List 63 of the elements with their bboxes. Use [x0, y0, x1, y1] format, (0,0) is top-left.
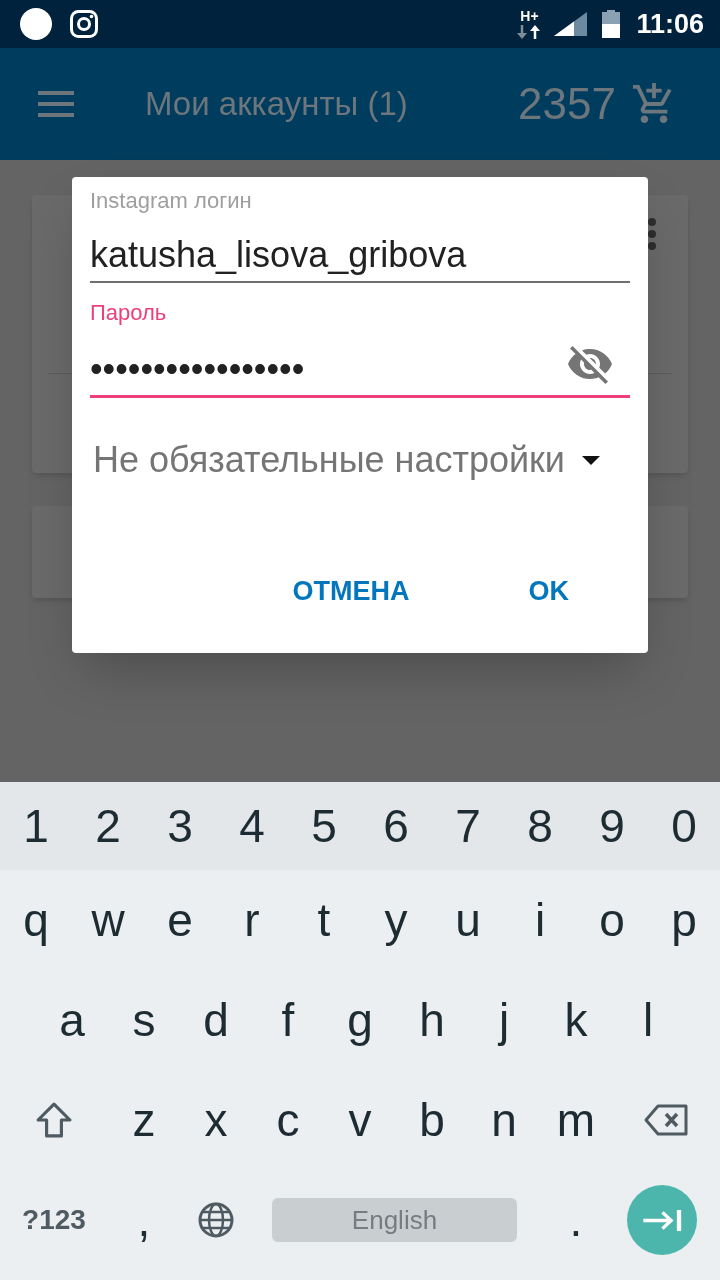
backspace-icon	[644, 1104, 688, 1136]
keyboard-key[interactable]: e	[144, 870, 216, 970]
field-label: Пароль	[90, 300, 168, 326]
signal-icon	[554, 12, 588, 36]
keyboard-key[interactable]: x	[180, 1070, 252, 1170]
keyboard-key[interactable]: g	[324, 970, 396, 1070]
keyboard-key[interactable]: t	[288, 870, 360, 970]
keyboard-key[interactable]: 4	[216, 782, 288, 870]
keyboard-key[interactable]: k	[540, 970, 612, 1070]
keyboard-key[interactable]: ,	[108, 1170, 180, 1270]
keyboard-key[interactable]: d	[180, 970, 252, 1070]
balance-count: 2357	[518, 79, 616, 129]
keyboard-key[interactable]: .	[540, 1170, 612, 1270]
caret-icon	[581, 455, 600, 465]
password-field[interactable]: •••••••••••••••••	[90, 338, 630, 398]
keyboard-key[interactable]: 1	[0, 782, 72, 870]
cancel-button[interactable]: ОТМЕНА	[276, 563, 426, 619]
keyboard-key[interactable]: f	[252, 970, 324, 1070]
keyboard-key[interactable]: j	[468, 970, 540, 1070]
keyboard-key[interactable]: 7	[432, 782, 504, 870]
keyboard-key[interactable]: p	[648, 870, 720, 970]
keyboard-key[interactable]: 9	[576, 782, 648, 870]
globe-icon	[198, 1202, 234, 1238]
arrow-to-bar-icon	[642, 1208, 682, 1232]
app-title: Мои аккаунты (1)	[145, 84, 408, 124]
keyboard-key[interactable]: i	[504, 870, 576, 970]
keyboard-key[interactable]: 0	[648, 782, 720, 870]
dropdown[interactable]: Не обязательные настройки	[93, 438, 600, 482]
keyboard-key[interactable]: 8	[504, 782, 576, 870]
keyboard-key[interactable]: w	[72, 870, 144, 970]
keyboard-key[interactable]: l	[612, 970, 684, 1070]
data-arrows-icon	[517, 25, 542, 39]
keyboard-key[interactable]: 3	[144, 782, 216, 870]
keyboard-key[interactable]: c	[252, 1070, 324, 1170]
keyboard-key[interactable]: r	[216, 870, 288, 970]
keyboard-key[interactable]: m	[540, 1070, 612, 1170]
keyboard-key[interactable]: 2	[72, 782, 144, 870]
ok-button[interactable]: OK	[512, 563, 585, 619]
keyboard-key[interactable]: o	[576, 870, 648, 970]
keyboard-key[interactable]: 5	[288, 782, 360, 870]
camera-icon	[70, 10, 98, 38]
text-field[interactable]: katusha_lisova_gribova	[90, 223, 630, 283]
menu-icon[interactable]	[38, 91, 74, 117]
keyboard-key[interactable]: v	[324, 1070, 396, 1170]
keyboard-key[interactable]: a	[36, 970, 108, 1070]
keyboard-key[interactable]: q	[0, 870, 72, 970]
keyboard-key[interactable]: n	[468, 1070, 540, 1170]
field-label: Instagram логин	[90, 188, 253, 214]
keyboard-key[interactable]: u	[432, 870, 504, 970]
clock-time: 11:06	[636, 8, 704, 40]
shift-arrow-icon	[36, 1102, 72, 1138]
circle-icon	[20, 8, 52, 40]
keyboard-key[interactable]: z	[108, 1070, 180, 1170]
network-type-label: H+	[520, 9, 539, 23]
eye-slash-icon[interactable]	[568, 345, 612, 384]
keyboard-key[interactable]: 6	[360, 782, 432, 870]
battery-icon	[602, 10, 621, 38]
keyboard-key[interactable]: h	[396, 970, 468, 1070]
symbols-key[interactable]: ?123	[0, 1170, 108, 1270]
keyboard-key[interactable]: s	[108, 970, 180, 1070]
keyboard-key[interactable]: b	[396, 1070, 468, 1170]
keyboard-key[interactable]: y	[360, 870, 432, 970]
three-dots-icon[interactable]	[648, 218, 656, 250]
